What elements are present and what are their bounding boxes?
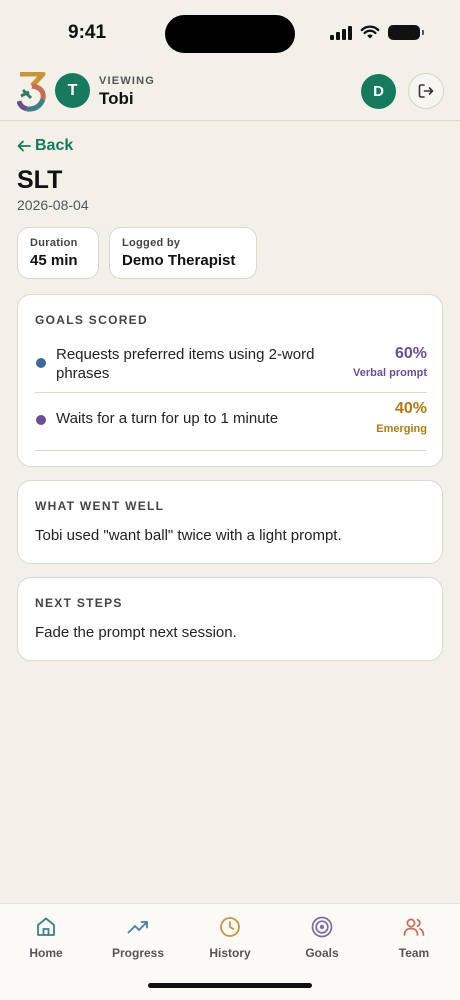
goals-scored-card: GOALS SCORED Requests preferred items us…: [17, 294, 443, 467]
viewing-name: Tobi: [99, 89, 134, 108]
next-steps-title: NEXT STEPS: [35, 596, 123, 610]
what-went-well-text: Tobi used "want ball" twice with a light…: [35, 527, 342, 544]
tab-home[interactable]: Home: [0, 912, 92, 960]
logged-by-label: Logged by: [122, 237, 181, 249]
target-icon: [311, 916, 333, 938]
tab-goals[interactable]: Goals: [276, 912, 368, 960]
home-icon: [37, 917, 55, 936]
goals-scored-title: GOALS SCORED: [35, 313, 148, 327]
duration-chip: Duration 45 min: [17, 227, 99, 279]
dynamic-island: [165, 15, 295, 53]
app-header: T VIEWING Tobi D: [0, 66, 460, 121]
goal-dot: [36, 358, 46, 368]
goal-prompt-level: Emerging: [376, 423, 427, 435]
clock-icon: [220, 917, 240, 937]
users-icon: [403, 918, 425, 936]
back-label: Back: [35, 137, 74, 154]
goal-dot: [36, 415, 46, 425]
duration-label: Duration: [30, 237, 78, 249]
session-title: SLT: [17, 166, 63, 194]
back-button[interactable]: Back: [17, 137, 73, 155]
tab-history[interactable]: History: [184, 912, 276, 960]
wifi-icon: [360, 25, 380, 39]
session-date: 2026-08-04: [17, 197, 89, 213]
viewed-child-avatar[interactable]: T: [55, 73, 90, 108]
goal-description: Waits for a turn for up to 1 minute: [56, 410, 279, 427]
user-avatar[interactable]: D: [361, 74, 396, 109]
viewing-label: VIEWING: [99, 75, 156, 87]
goal-percent: 60%: [394, 345, 427, 362]
tab-label: History: [209, 946, 251, 960]
arrow-left-icon: [17, 140, 31, 152]
logged-by-value: Demo Therapist: [122, 252, 236, 269]
tab-label: Goals: [305, 946, 339, 960]
goal-percent: 40%: [394, 400, 427, 417]
status-time: 9:41: [68, 22, 107, 43]
goal-row: Waits for a turn for up to 1 minute 40% …: [35, 393, 427, 451]
what-went-well-title: WHAT WENT WELL: [35, 499, 165, 513]
tab-label: Team: [398, 946, 430, 960]
next-steps-text: Fade the prompt next session.: [35, 624, 237, 641]
status-bar: 9:41: [0, 0, 460, 66]
goal-row: Requests preferred items using 2-word ph…: [35, 342, 427, 393]
logout-button[interactable]: [408, 73, 444, 109]
goal-description: Requests preferred items using 2-word ph…: [56, 346, 315, 382]
tab-label: Home: [29, 946, 63, 960]
logout-icon: [418, 84, 434, 98]
battery-icon: [388, 25, 424, 40]
next-steps-card: NEXT STEPS Fade the prompt next session.: [17, 577, 443, 661]
status-icons: [330, 25, 424, 40]
cellular-signal-icon: [330, 25, 352, 40]
what-went-well-card: WHAT WENT WELL Tobi used "want ball" twi…: [17, 480, 443, 564]
trending-up-icon: [127, 921, 148, 934]
app-logo-icon: [17, 72, 46, 112]
tab-progress[interactable]: Progress: [92, 912, 184, 960]
home-indicator: [148, 983, 312, 988]
tab-label: Progress: [111, 946, 165, 960]
logged-by-chip: Logged by Demo Therapist: [109, 227, 257, 279]
goal-prompt-level: Verbal prompt: [353, 367, 427, 379]
duration-value: 45 min: [30, 252, 78, 269]
tab-team[interactable]: Team: [368, 912, 460, 960]
